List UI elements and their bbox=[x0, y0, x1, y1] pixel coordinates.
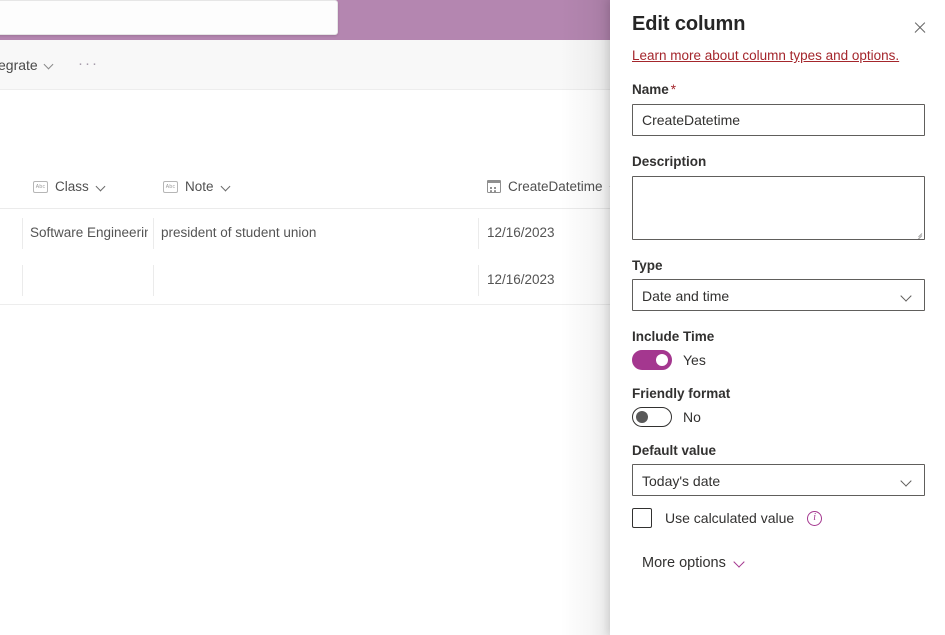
chevron-down-icon bbox=[44, 60, 54, 70]
toggle-knob bbox=[636, 411, 648, 423]
search-input[interactable] bbox=[0, 0, 338, 35]
cell-divider bbox=[22, 265, 23, 296]
more-options-label: More options bbox=[642, 555, 726, 571]
friendly-format-toggle[interactable] bbox=[632, 407, 672, 427]
info-icon[interactable]: i bbox=[807, 510, 823, 526]
column-header-createdatetime[interactable]: CreateDatetime bbox=[486, 179, 621, 194]
name-field[interactable] bbox=[632, 104, 925, 136]
panel-header: Edit column bbox=[610, 0, 945, 48]
default-value-dropdown-value: Today's date bbox=[642, 473, 721, 489]
integrate-menu-button[interactable]: egrate bbox=[0, 55, 54, 75]
panel-edge-shadow bbox=[560, 0, 610, 635]
overflow-menu-button[interactable]: ··· bbox=[78, 55, 99, 73]
cell-divider bbox=[478, 265, 479, 296]
friendly-format-state: No bbox=[683, 409, 701, 425]
use-calculated-value-row: Use calculated value i bbox=[632, 508, 823, 528]
page-title: Edit column bbox=[632, 13, 746, 35]
use-calculated-value-label: Use calculated value bbox=[665, 510, 795, 526]
chevron-down-icon[interactable] bbox=[221, 181, 232, 192]
default-value-dropdown[interactable]: Today's date bbox=[632, 464, 925, 496]
include-time-state: Yes bbox=[683, 352, 706, 368]
chevron-down-icon bbox=[902, 477, 913, 488]
friendly-format-label: Friendly format bbox=[632, 386, 731, 401]
cell-note: president of student union bbox=[161, 225, 317, 240]
include-time-toggle-row: Yes bbox=[632, 350, 706, 370]
required-marker: * bbox=[670, 82, 677, 97]
screen-root: egrate ··· Abc Class Abc Note CreateDate… bbox=[0, 0, 945, 635]
cell-createdatetime: 12/16/2023 bbox=[487, 272, 555, 287]
cell-divider bbox=[478, 218, 479, 249]
cell-class: Software Engineering bbox=[30, 225, 148, 240]
column-header-note[interactable]: Abc Note bbox=[163, 179, 232, 194]
cell-createdatetime: 12/16/2023 bbox=[487, 225, 555, 240]
cell-divider bbox=[153, 265, 154, 296]
type-dropdown[interactable]: Date and time bbox=[632, 279, 925, 311]
friendly-format-toggle-row: No bbox=[632, 407, 701, 427]
column-header-class[interactable]: Abc Class bbox=[33, 179, 107, 194]
chevron-down-icon bbox=[902, 292, 913, 303]
chevron-down-icon[interactable] bbox=[96, 181, 107, 192]
include-time-toggle[interactable] bbox=[632, 350, 672, 370]
abc-icon: Abc bbox=[163, 180, 178, 193]
chevron-down-icon bbox=[734, 557, 746, 569]
type-dropdown-value: Date and time bbox=[642, 288, 730, 304]
resize-handle-icon[interactable] bbox=[912, 227, 922, 237]
more-options-button[interactable]: More options bbox=[642, 555, 746, 571]
cell-divider bbox=[153, 218, 154, 249]
description-field[interactable] bbox=[632, 176, 925, 240]
toggle-knob bbox=[656, 354, 668, 366]
integrate-label: egrate bbox=[0, 57, 38, 73]
use-calculated-value-checkbox[interactable] bbox=[632, 508, 652, 528]
calendar-icon bbox=[486, 179, 502, 193]
close-icon[interactable] bbox=[905, 13, 935, 43]
default-value-label: Default value bbox=[632, 443, 717, 458]
name-label: Name * bbox=[632, 82, 677, 97]
cell-divider bbox=[22, 218, 23, 249]
column-header-createdatetime-label: CreateDatetime bbox=[508, 179, 603, 194]
column-header-class-label: Class bbox=[55, 179, 89, 194]
include-time-label: Include Time bbox=[632, 329, 715, 344]
column-header-note-label: Note bbox=[185, 179, 214, 194]
edit-column-panel: Edit column Learn more about column type… bbox=[610, 0, 945, 635]
type-label: Type bbox=[632, 258, 663, 273]
learn-more-link[interactable]: Learn more about column types and option… bbox=[632, 48, 899, 63]
description-label: Description bbox=[632, 154, 707, 169]
abc-icon: Abc bbox=[33, 180, 48, 193]
